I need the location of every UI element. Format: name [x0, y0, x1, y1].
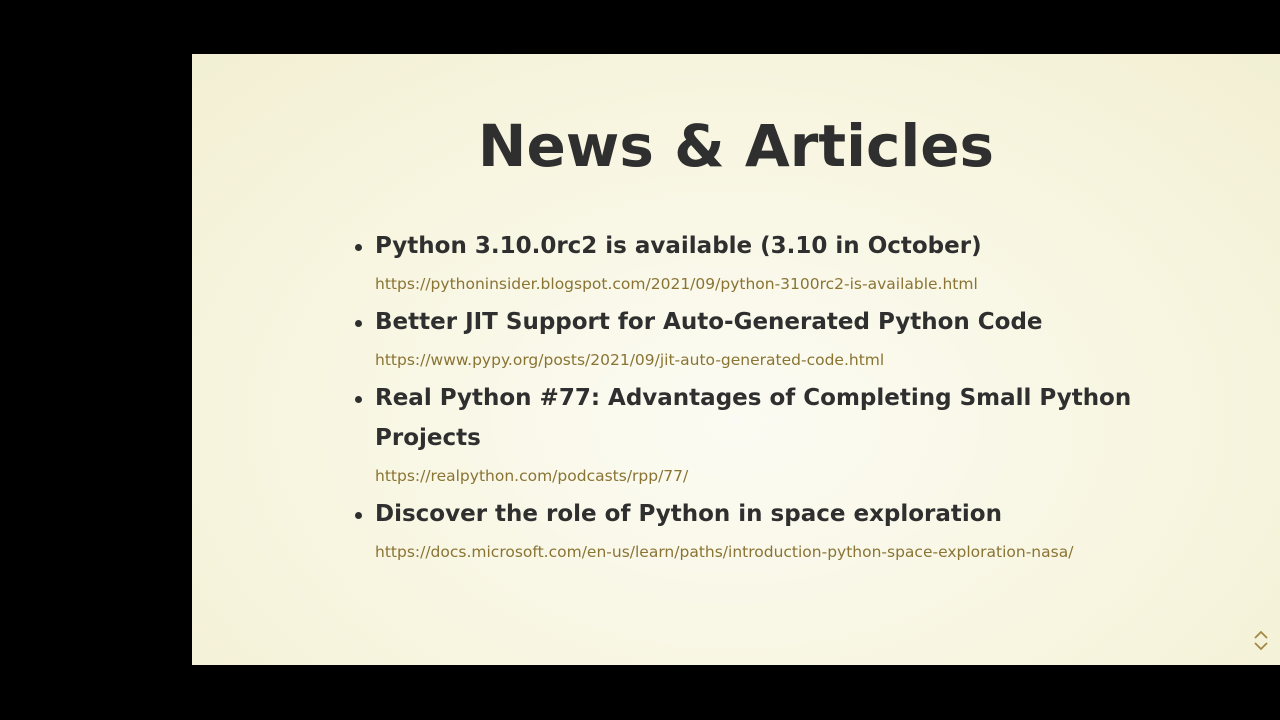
article-title: Python 3.10.0rc2 is available (3.10 in O…	[375, 233, 982, 259]
chevron-up-icon[interactable]	[1252, 625, 1270, 639]
article-title: Real Python #77: Advantages of Completin…	[375, 385, 1132, 451]
list-item: Real Python #77: Advantages of Completin…	[352, 378, 1152, 489]
article-link[interactable]: https://realpython.com/podcasts/rpp/77/	[375, 463, 1152, 489]
slide-navigation	[1252, 625, 1270, 653]
article-link[interactable]: https://pythoninsider.blogspot.com/2021/…	[375, 271, 1152, 297]
list-item: Python 3.10.0rc2 is available (3.10 in O…	[352, 226, 1152, 297]
chevron-down-icon[interactable]	[1252, 637, 1270, 651]
slide-title: News & Articles	[477, 112, 995, 180]
slide: News & Articles Python 3.10.0rc2 is avai…	[192, 54, 1280, 665]
article-link[interactable]: https://www.pypy.org/posts/2021/09/jit-a…	[375, 347, 1152, 373]
article-list: Python 3.10.0rc2 is available (3.10 in O…	[352, 226, 1152, 570]
article-title: Discover the role of Python in space exp…	[375, 501, 1002, 527]
list-item: Better JIT Support for Auto-Generated Py…	[352, 302, 1152, 373]
list-item: Discover the role of Python in space exp…	[352, 494, 1152, 565]
article-link[interactable]: https://docs.microsoft.com/en-us/learn/p…	[375, 539, 1152, 565]
article-title: Better JIT Support for Auto-Generated Py…	[375, 309, 1043, 335]
